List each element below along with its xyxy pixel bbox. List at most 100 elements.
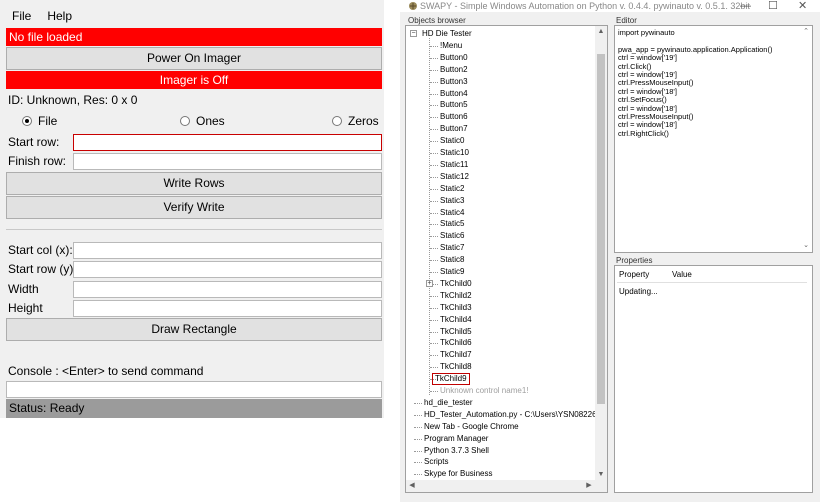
value-column-header[interactable]: Value: [672, 270, 692, 279]
tree-connector: [430, 69, 438, 71]
tree-window-node[interactable]: Program Manager: [424, 433, 488, 445]
tree-connector: [414, 450, 422, 452]
tree-view[interactable]: − HD Die Tester !Menu Button0 Button2 Button3…: [406, 26, 596, 492]
scroll-right-arrow-icon[interactable]: ▶: [583, 480, 595, 492]
tree-window-node[interactable]: New Tab - Google Chrome: [424, 421, 519, 433]
height-input[interactable]: [73, 300, 382, 317]
swapy-titlebar: SWAPY - Simple Windows Automation on Pyt…: [400, 0, 820, 12]
radio-zeros[interactable]: Zeros: [332, 114, 379, 128]
start-col-input[interactable]: [73, 242, 382, 259]
scroll-left-arrow-icon[interactable]: ◀: [406, 480, 418, 492]
expand-icon[interactable]: +: [426, 279, 433, 287]
tree-node[interactable]: Static10: [440, 147, 469, 159]
tree-window-node[interactable]: Skype for Business: [424, 468, 492, 480]
width-input[interactable]: [73, 281, 382, 298]
radio-ones-label: Ones: [196, 114, 225, 128]
collapse-icon[interactable]: −: [410, 30, 417, 37]
close-button[interactable]: ✕: [798, 0, 807, 12]
objects-browser-title: Objects browser: [408, 16, 466, 25]
radio-indicator-checked: [22, 116, 32, 126]
editor-vertical-scrollbar[interactable]: ⌃ ⌄: [800, 26, 812, 252]
radio-indicator: [332, 116, 342, 126]
objects-browser-tree[interactable]: − HD Die Tester !Menu Button0 Button2 Button3…: [405, 25, 608, 493]
tree-window-node[interactable]: HD_Tester_Automation.py - C:\Users\YSN08…: [424, 409, 596, 421]
tree-node[interactable]: Static0: [440, 135, 464, 147]
section-divider: [6, 229, 382, 230]
tree-node[interactable]: Static6: [440, 230, 464, 242]
tree-node[interactable]: Button3: [440, 76, 468, 88]
tree-node[interactable]: Static4: [440, 207, 464, 219]
start-row-input[interactable]: [73, 134, 382, 151]
tree-connector: [430, 188, 438, 190]
editor-title: Editor: [616, 16, 637, 25]
tree-window-node[interactable]: Scripts: [424, 456, 448, 468]
tree-node[interactable]: Static8: [440, 254, 464, 266]
tree-connector: [430, 367, 438, 369]
tree-connector: [414, 414, 422, 416]
tree-node[interactable]: Button0: [440, 52, 468, 64]
tree-node[interactable]: !Menu: [440, 40, 462, 52]
power-on-imager-button[interactable]: Power On Imager: [6, 47, 382, 70]
tree-connector: [430, 272, 438, 273]
tree-node[interactable]: Static12: [440, 171, 469, 183]
editor-panel[interactable]: import pywinauto pwa_app = pywinauto.app…: [614, 25, 813, 253]
property-column-header[interactable]: Property: [619, 270, 649, 279]
editor-code[interactable]: import pywinauto pwa_app = pywinauto.app…: [618, 28, 772, 138]
tree-connector: [430, 129, 438, 131]
tree-node[interactable]: TkChild4: [440, 314, 472, 326]
width-label: Width: [8, 282, 39, 296]
tree-window-node[interactable]: hd_die_tester: [424, 397, 472, 409]
draw-rectangle-button[interactable]: Draw Rectangle: [6, 318, 382, 341]
tree-node[interactable]: TkChild2: [440, 290, 472, 302]
scroll-down-arrow-icon[interactable]: ⌄: [800, 240, 812, 251]
tree-node[interactable]: TkChild7: [440, 349, 472, 361]
id-resolution-label: ID: Unknown, Res: 0 x 0: [8, 93, 138, 107]
tree-connector: [430, 45, 438, 47]
tree-node[interactable]: TkChild8: [440, 361, 472, 373]
tree-node[interactable]: Button7: [440, 123, 468, 135]
tree-node[interactable]: Static5: [440, 218, 464, 230]
tree-node[interactable]: TkChild3: [440, 302, 472, 314]
scroll-up-arrow-icon[interactable]: ⌃: [800, 26, 812, 37]
tree-node[interactable]: Unknown control name1!: [440, 385, 529, 397]
tree-node[interactable]: Button6: [440, 111, 468, 123]
swapy-window: SWAPY - Simple Windows Automation on Pyt…: [400, 0, 820, 502]
verify-write-button[interactable]: Verify Write: [6, 196, 382, 219]
start-row-y-input[interactable]: [73, 261, 382, 278]
properties-panel[interactable]: Property Value Updating...: [614, 265, 813, 493]
tree-horizontal-scrollbar[interactable]: ◀ ▶: [406, 480, 607, 492]
console-input[interactable]: [6, 381, 382, 398]
radio-file-label: File: [38, 114, 58, 128]
radio-ones[interactable]: Ones: [180, 114, 225, 128]
file-status-banner: No file loaded: [6, 28, 382, 46]
tree-node[interactable]: TkChild0: [440, 278, 472, 290]
tree-window-node[interactable]: Python 3.7.3 Shell: [424, 445, 489, 457]
console-label: Console : <Enter> to send command: [8, 364, 204, 378]
status-bar: Status: Ready: [6, 399, 382, 418]
tree-node-selected[interactable]: TkChild9: [432, 373, 470, 386]
tree-connector: [430, 153, 438, 154]
minimize-button[interactable]: —: [740, 0, 751, 12]
tree-node[interactable]: Static3: [440, 195, 464, 207]
tree-node[interactable]: Button2: [440, 64, 468, 76]
tree-node[interactable]: Static7: [440, 242, 464, 254]
tree-vertical-scrollbar[interactable]: ▲ ▼: [595, 26, 607, 480]
menu-bar: File Help: [0, 6, 72, 26]
tree-node[interactable]: TkChild5: [440, 326, 472, 338]
tree-node[interactable]: TkChild6: [440, 337, 472, 349]
tree-node[interactable]: Button4: [440, 88, 468, 100]
scrollbar-thumb[interactable]: [597, 54, 605, 404]
tree-connector: [414, 426, 422, 428]
finish-row-input[interactable]: [73, 153, 382, 170]
scroll-down-arrow-icon[interactable]: ▼: [595, 469, 607, 480]
radio-file[interactable]: File: [22, 114, 57, 128]
scroll-up-arrow-icon[interactable]: ▲: [595, 26, 607, 37]
menu-help[interactable]: Help: [47, 6, 72, 26]
write-rows-button[interactable]: Write Rows: [6, 172, 382, 195]
tree-node[interactable]: Button5: [440, 99, 468, 111]
tree-node[interactable]: Static11: [440, 159, 468, 171]
menu-file[interactable]: File: [12, 6, 31, 26]
tree-node[interactable]: Static9: [440, 266, 464, 278]
tree-node[interactable]: Static2: [440, 183, 464, 195]
maximize-button[interactable]: ☐: [768, 0, 778, 12]
